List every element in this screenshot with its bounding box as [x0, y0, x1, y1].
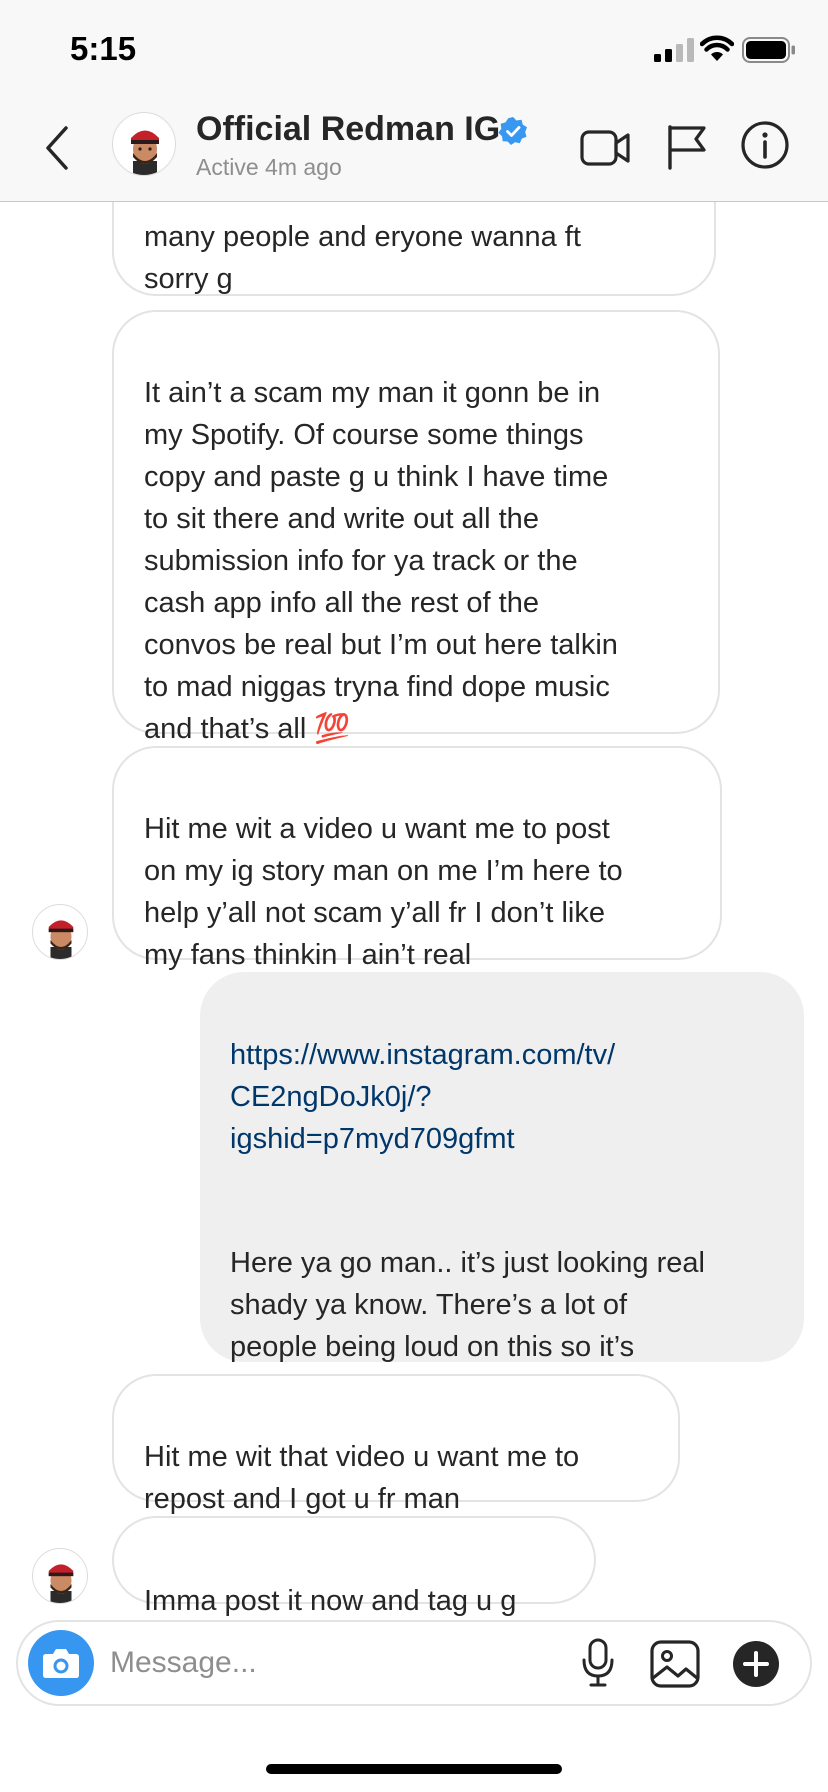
video-call-icon[interactable] — [580, 126, 630, 168]
message-thread[interactable]: many people and eryone wanna ft sorry g … — [0, 202, 828, 1618]
message-input[interactable] — [110, 1638, 550, 1688]
plus-icon[interactable] — [732, 1640, 780, 1688]
back-chevron-icon[interactable] — [38, 122, 78, 174]
flag-icon[interactable] — [666, 122, 708, 170]
wifi-icon — [700, 35, 734, 61]
gallery-icon[interactable] — [650, 1640, 700, 1688]
active-status: Active 4m ago — [196, 154, 342, 180]
message-text: It ain’t a scam my man it gonn be in my … — [144, 377, 618, 745]
battery-icon — [742, 37, 795, 63]
avatar-illustration — [48, 920, 74, 959]
chat-header: Official Redman IG Active 4m ago — [0, 96, 828, 202]
camera-icon — [43, 1649, 79, 1678]
camera-button[interactable] — [28, 1630, 94, 1696]
sender-avatar[interactable] — [32, 1548, 88, 1604]
microphone-icon[interactable] — [580, 1638, 616, 1688]
message-bubble-incoming[interactable]: Hit me wit a video u want me to post on … — [112, 746, 722, 971]
status-time: 5:15 — [70, 30, 137, 67]
avatar-illustration — [131, 130, 159, 175]
cellular-signal-icon — [654, 38, 694, 62]
message-text: Hit me wit that video u want me to repos… — [144, 1441, 580, 1515]
contact-name[interactable]: Official Redman IG — [196, 110, 500, 149]
sender-avatar[interactable] — [32, 904, 88, 960]
message-bubble-outgoing[interactable]: https://www.instagram.com/tv/ CE2ngDoJk0… — [200, 972, 804, 1405]
verified-badge-icon — [498, 117, 527, 145]
status-bar: 5:15 — [0, 0, 828, 96]
avatar-illustration — [48, 1564, 74, 1603]
message-bubble-incoming[interactable]: It ain’t a scam my man it gonn be in my … — [112, 310, 720, 745]
message-bubble-incoming[interactable]: Imma post it now and tag u g — [112, 1516, 596, 1617]
message-link[interactable]: https://www.instagram.com/tv/ CE2ngDoJk0… — [230, 1034, 774, 1160]
home-indicator[interactable] — [266, 1764, 562, 1774]
message-text: Imma post it now and tag u g — [144, 1585, 517, 1617]
message-bubble-incoming[interactable]: Hit me wit that video u want me to repos… — [112, 1374, 680, 1515]
contact-avatar[interactable] — [112, 112, 176, 176]
info-icon[interactable] — [740, 120, 790, 170]
message-bubble-incoming[interactable]: many people and eryone wanna ft sorry g — [112, 202, 716, 296]
message-text: Hit me wit a video u want me to post on … — [144, 813, 623, 971]
message-composer — [16, 1620, 812, 1706]
message-text: many people and eryone wanna ft sorry g — [144, 221, 581, 295]
